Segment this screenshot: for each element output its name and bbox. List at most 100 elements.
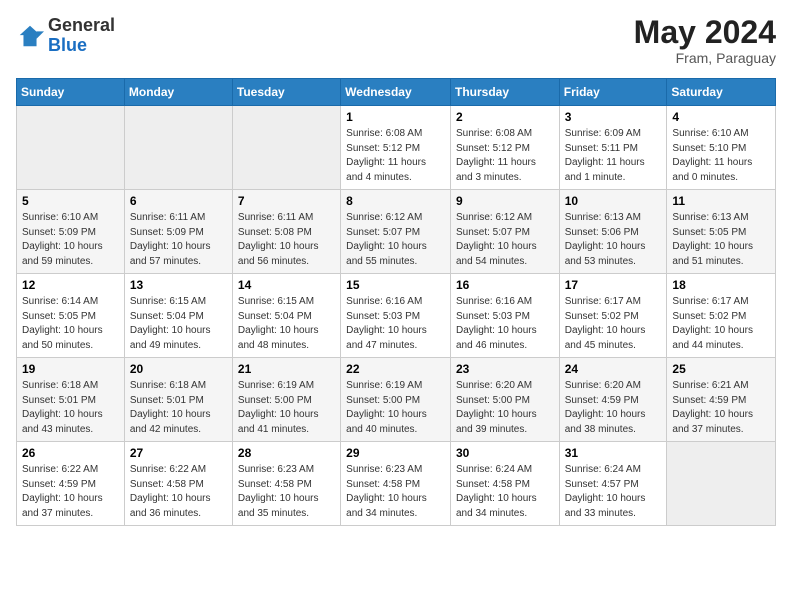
calendar-week-row: 1 Sunrise: 6:08 AMSunset: 5:12 PMDaylight… xyxy=(17,106,776,190)
calendar-day-cell xyxy=(17,106,125,190)
day-info: Sunrise: 6:15 AMSunset: 5:04 PMDaylight:… xyxy=(238,295,335,353)
weekday-header: Wednesday xyxy=(341,79,451,106)
day-number: 31 xyxy=(565,446,662,460)
day-number: 12 xyxy=(22,278,119,292)
day-number: 4 xyxy=(672,110,770,124)
day-info: Sunrise: 6:16 AMSunset: 5:03 PMDaylight:… xyxy=(346,295,445,353)
calendar-day-cell: 27 Sunrise: 6:22 AMSunset: 4:58 PMDayligh… xyxy=(124,442,232,526)
day-info: Sunrise: 6:11 AMSunset: 5:08 PMDaylight:… xyxy=(238,211,335,269)
day-info: Sunrise: 6:16 AMSunset: 5:03 PMDaylight:… xyxy=(456,295,554,353)
day-info: Sunrise: 6:17 AMSunset: 5:02 PMDaylight:… xyxy=(672,295,770,353)
weekday-header: Saturday xyxy=(667,79,776,106)
calendar-day-cell: 23 Sunrise: 6:20 AMSunset: 5:00 PMDayligh… xyxy=(450,358,559,442)
calendar-day-cell: 29Sunrise: 6:23 AMSunset: 4:58 PMDayligh… xyxy=(341,442,451,526)
calendar-day-cell: 20 Sunrise: 6:18 AMSunset: 5:01 PMDayligh… xyxy=(124,358,232,442)
day-number: 25 xyxy=(672,362,770,376)
weekday-header: Friday xyxy=(559,79,667,106)
logo-general-text: General xyxy=(48,15,115,35)
day-info: Sunrise: 6:08 AMSunset: 5:12 PMDaylight:… xyxy=(346,127,445,185)
day-info: Sunrise: 6:10 AMSunset: 5:09 PMDaylight:… xyxy=(22,211,119,269)
day-number: 6 xyxy=(130,194,227,208)
day-number: 9 xyxy=(456,194,554,208)
day-number: 26 xyxy=(22,446,119,460)
day-info: Sunrise: 6:13 AMSunset: 5:05 PMDaylight:… xyxy=(672,211,770,269)
calendar-week-row: 19 Sunrise: 6:18 AMSunset: 5:01 PMDayligh… xyxy=(17,358,776,442)
calendar-day-cell: 5 Sunrise: 6:10 AMSunset: 5:09 PMDaylight… xyxy=(17,190,125,274)
day-info: Sunrise: 6:23 AMSunset: 4:58 PMDaylight:… xyxy=(238,463,335,521)
calendar-day-cell: 8Sunrise: 6:12 AMSunset: 5:07 PMDaylight… xyxy=(341,190,451,274)
logo-icon xyxy=(16,22,44,50)
calendar-day-cell: 30 Sunrise: 6:24 AMSunset: 4:58 PMDayligh… xyxy=(450,442,559,526)
day-number: 23 xyxy=(456,362,554,376)
calendar-day-cell: 4Sunrise: 6:10 AMSunset: 5:10 PMDaylight… xyxy=(667,106,776,190)
day-number: 2 xyxy=(456,110,554,124)
day-number: 28 xyxy=(238,446,335,460)
calendar-day-cell: 31 Sunrise: 6:24 AMSunset: 4:57 PMDayligh… xyxy=(559,442,667,526)
calendar-day-cell xyxy=(124,106,232,190)
calendar-day-cell: 15 Sunrise: 6:16 AMSunset: 5:03 PMDayligh… xyxy=(341,274,451,358)
calendar-day-cell: 22Sunrise: 6:19 AMSunset: 5:00 PMDayligh… xyxy=(341,358,451,442)
day-number: 1 xyxy=(346,110,445,124)
day-number: 15 xyxy=(346,278,445,292)
calendar-day-cell: 3Sunrise: 6:09 AMSunset: 5:11 PMDaylight… xyxy=(559,106,667,190)
day-info: Sunrise: 6:17 AMSunset: 5:02 PMDaylight:… xyxy=(565,295,662,353)
day-info: Sunrise: 6:08 AMSunset: 5:12 PMDaylight:… xyxy=(456,127,554,185)
day-number: 18 xyxy=(672,278,770,292)
calendar-day-cell: 14Sunrise: 6:15 AMSunset: 5:04 PMDayligh… xyxy=(232,274,340,358)
day-number: 17 xyxy=(565,278,662,292)
weekday-header: Monday xyxy=(124,79,232,106)
logo: General Blue xyxy=(16,16,115,56)
calendar-day-cell: 26 Sunrise: 6:22 AMSunset: 4:59 PMDayligh… xyxy=(17,442,125,526)
calendar-table: SundayMondayTuesdayWednesdayThursdayFrid… xyxy=(16,78,776,526)
day-info: Sunrise: 6:09 AMSunset: 5:11 PMDaylight:… xyxy=(565,127,662,185)
calendar-day-cell: 17 Sunrise: 6:17 AMSunset: 5:02 PMDayligh… xyxy=(559,274,667,358)
day-info: Sunrise: 6:18 AMSunset: 5:01 PMDaylight:… xyxy=(22,379,119,437)
title-area: May 2024 Fram, Paraguay xyxy=(634,16,776,66)
weekday-header: Tuesday xyxy=(232,79,340,106)
day-number: 5 xyxy=(22,194,119,208)
calendar-day-cell: 9 Sunrise: 6:12 AMSunset: 5:07 PMDaylight… xyxy=(450,190,559,274)
day-number: 27 xyxy=(130,446,227,460)
day-info: Sunrise: 6:22 AMSunset: 4:58 PMDaylight:… xyxy=(130,463,227,521)
calendar-day-cell: 1 Sunrise: 6:08 AMSunset: 5:12 PMDaylight… xyxy=(341,106,451,190)
day-number: 11 xyxy=(672,194,770,208)
day-info: Sunrise: 6:24 AMSunset: 4:57 PMDaylight:… xyxy=(565,463,662,521)
weekday-header: Thursday xyxy=(450,79,559,106)
calendar-day-cell: 25 Sunrise: 6:21 AMSunset: 4:59 PMDayligh… xyxy=(667,358,776,442)
day-number: 21 xyxy=(238,362,335,376)
day-info: Sunrise: 6:21 AMSunset: 4:59 PMDaylight:… xyxy=(672,379,770,437)
page-header: General Blue May 2024 Fram, Paraguay xyxy=(16,16,776,66)
calendar-day-cell xyxy=(232,106,340,190)
calendar-day-cell: 16Sunrise: 6:16 AMSunset: 5:03 PMDayligh… xyxy=(450,274,559,358)
day-info: Sunrise: 6:24 AMSunset: 4:58 PMDaylight:… xyxy=(456,463,554,521)
day-info: Sunrise: 6:13 AMSunset: 5:06 PMDaylight:… xyxy=(565,211,662,269)
calendar-day-cell: 18 Sunrise: 6:17 AMSunset: 5:02 PMDayligh… xyxy=(667,274,776,358)
calendar-week-row: 5 Sunrise: 6:10 AMSunset: 5:09 PMDaylight… xyxy=(17,190,776,274)
day-info: Sunrise: 6:20 AMSunset: 5:00 PMDaylight:… xyxy=(456,379,554,437)
day-info: Sunrise: 6:20 AMSunset: 4:59 PMDaylight:… xyxy=(565,379,662,437)
month-year-title: May 2024 xyxy=(634,16,776,48)
day-info: Sunrise: 6:22 AMSunset: 4:59 PMDaylight:… xyxy=(22,463,119,521)
weekday-header-row: SundayMondayTuesdayWednesdayThursdayFrid… xyxy=(17,79,776,106)
calendar-day-cell: 2 Sunrise: 6:08 AMSunset: 5:12 PMDaylight… xyxy=(450,106,559,190)
calendar-day-cell: 11 Sunrise: 6:13 AMSunset: 5:05 PMDayligh… xyxy=(667,190,776,274)
day-number: 19 xyxy=(22,362,119,376)
day-number: 30 xyxy=(456,446,554,460)
day-info: Sunrise: 6:11 AMSunset: 5:09 PMDaylight:… xyxy=(130,211,227,269)
day-number: 24 xyxy=(565,362,662,376)
day-info: Sunrise: 6:23 AMSunset: 4:58 PMDaylight:… xyxy=(346,463,445,521)
calendar-week-row: 26 Sunrise: 6:22 AMSunset: 4:59 PMDayligh… xyxy=(17,442,776,526)
day-info: Sunrise: 6:12 AMSunset: 5:07 PMDaylight:… xyxy=(456,211,554,269)
day-number: 20 xyxy=(130,362,227,376)
calendar-day-cell: 21Sunrise: 6:19 AMSunset: 5:00 PMDayligh… xyxy=(232,358,340,442)
calendar-day-cell: 6 Sunrise: 6:11 AMSunset: 5:09 PMDaylight… xyxy=(124,190,232,274)
calendar-day-cell: 7Sunrise: 6:11 AMSunset: 5:08 PMDaylight… xyxy=(232,190,340,274)
calendar-day-cell xyxy=(667,442,776,526)
day-info: Sunrise: 6:18 AMSunset: 5:01 PMDaylight:… xyxy=(130,379,227,437)
calendar-day-cell: 28 Sunrise: 6:23 AMSunset: 4:58 PMDayligh… xyxy=(232,442,340,526)
location-subtitle: Fram, Paraguay xyxy=(634,50,776,66)
day-info: Sunrise: 6:14 AMSunset: 5:05 PMDaylight:… xyxy=(22,295,119,353)
day-info: Sunrise: 6:15 AMSunset: 5:04 PMDaylight:… xyxy=(130,295,227,353)
day-number: 10 xyxy=(565,194,662,208)
calendar-day-cell: 12 Sunrise: 6:14 AMSunset: 5:05 PMDayligh… xyxy=(17,274,125,358)
